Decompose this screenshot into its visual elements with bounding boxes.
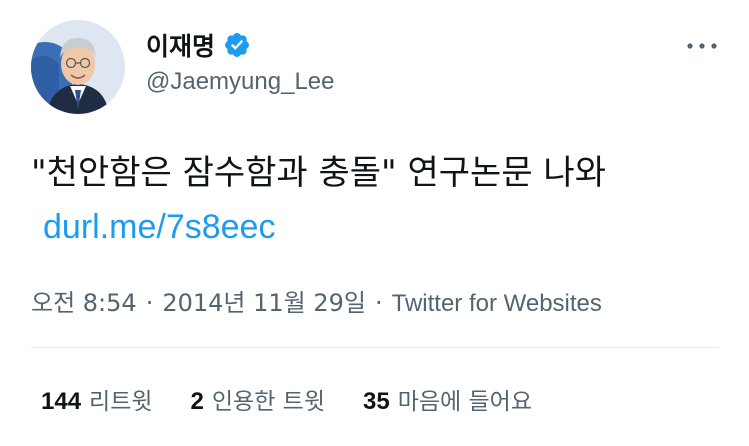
meta-separator: · <box>374 289 383 317</box>
retweets-count: 144 <box>41 388 82 415</box>
quotes-count: 2 <box>190 388 204 415</box>
tweet-time[interactable]: 오전 8:54 <box>31 289 137 317</box>
verified-badge-icon <box>225 33 249 57</box>
meta-separator: · <box>145 289 154 317</box>
more-horizontal-icon[interactable] <box>684 36 720 56</box>
avatar[interactable] <box>31 20 125 114</box>
tweet-card: 이재명 @Jaemyung_Lee "천안함은 잠수함과 충돌" 연구논문 나와… <box>0 0 749 446</box>
tweet-date[interactable]: 2014년 11월 29일 <box>162 289 366 317</box>
retweets-stat[interactable]: 144 리트윗 <box>41 382 153 416</box>
author-handle[interactable]: @Jaemyung_Lee <box>146 68 334 96</box>
likes-label: 마음에 들어요 <box>397 389 532 415</box>
quotes-stat[interactable]: 2 인용한 트윗 <box>191 382 325 416</box>
author-name-row: 이재명 <box>146 27 251 63</box>
divider <box>31 347 719 348</box>
tweet-source[interactable]: Twitter for Websites <box>392 290 602 317</box>
likes-count: 35 <box>363 388 390 415</box>
tweet-meta: 오전 8:54 · 2014년 11월 29일 · Twitter for Websit… <box>31 283 602 318</box>
likes-stat[interactable]: 35 마음에 들어요 <box>363 382 532 416</box>
tweet-link[interactable]: durl.me/7s8eec <box>43 208 275 246</box>
tweet-text: "천안함은 잠수함과 충돌" 연구논문 나와 durl.me/7s8eec <box>31 146 721 254</box>
retweets-label: 리트윗 <box>89 389 153 415</box>
tweet-text-content: "천안함은 잠수함과 충돌" 연구논문 나와 <box>31 153 606 193</box>
author-display-name[interactable]: 이재명 <box>146 27 215 63</box>
tweet-stats: 144 리트윗 2 인용한 트윗 35 마음에 들어요 <box>41 382 532 416</box>
quotes-label: 인용한 트윗 <box>211 389 326 415</box>
